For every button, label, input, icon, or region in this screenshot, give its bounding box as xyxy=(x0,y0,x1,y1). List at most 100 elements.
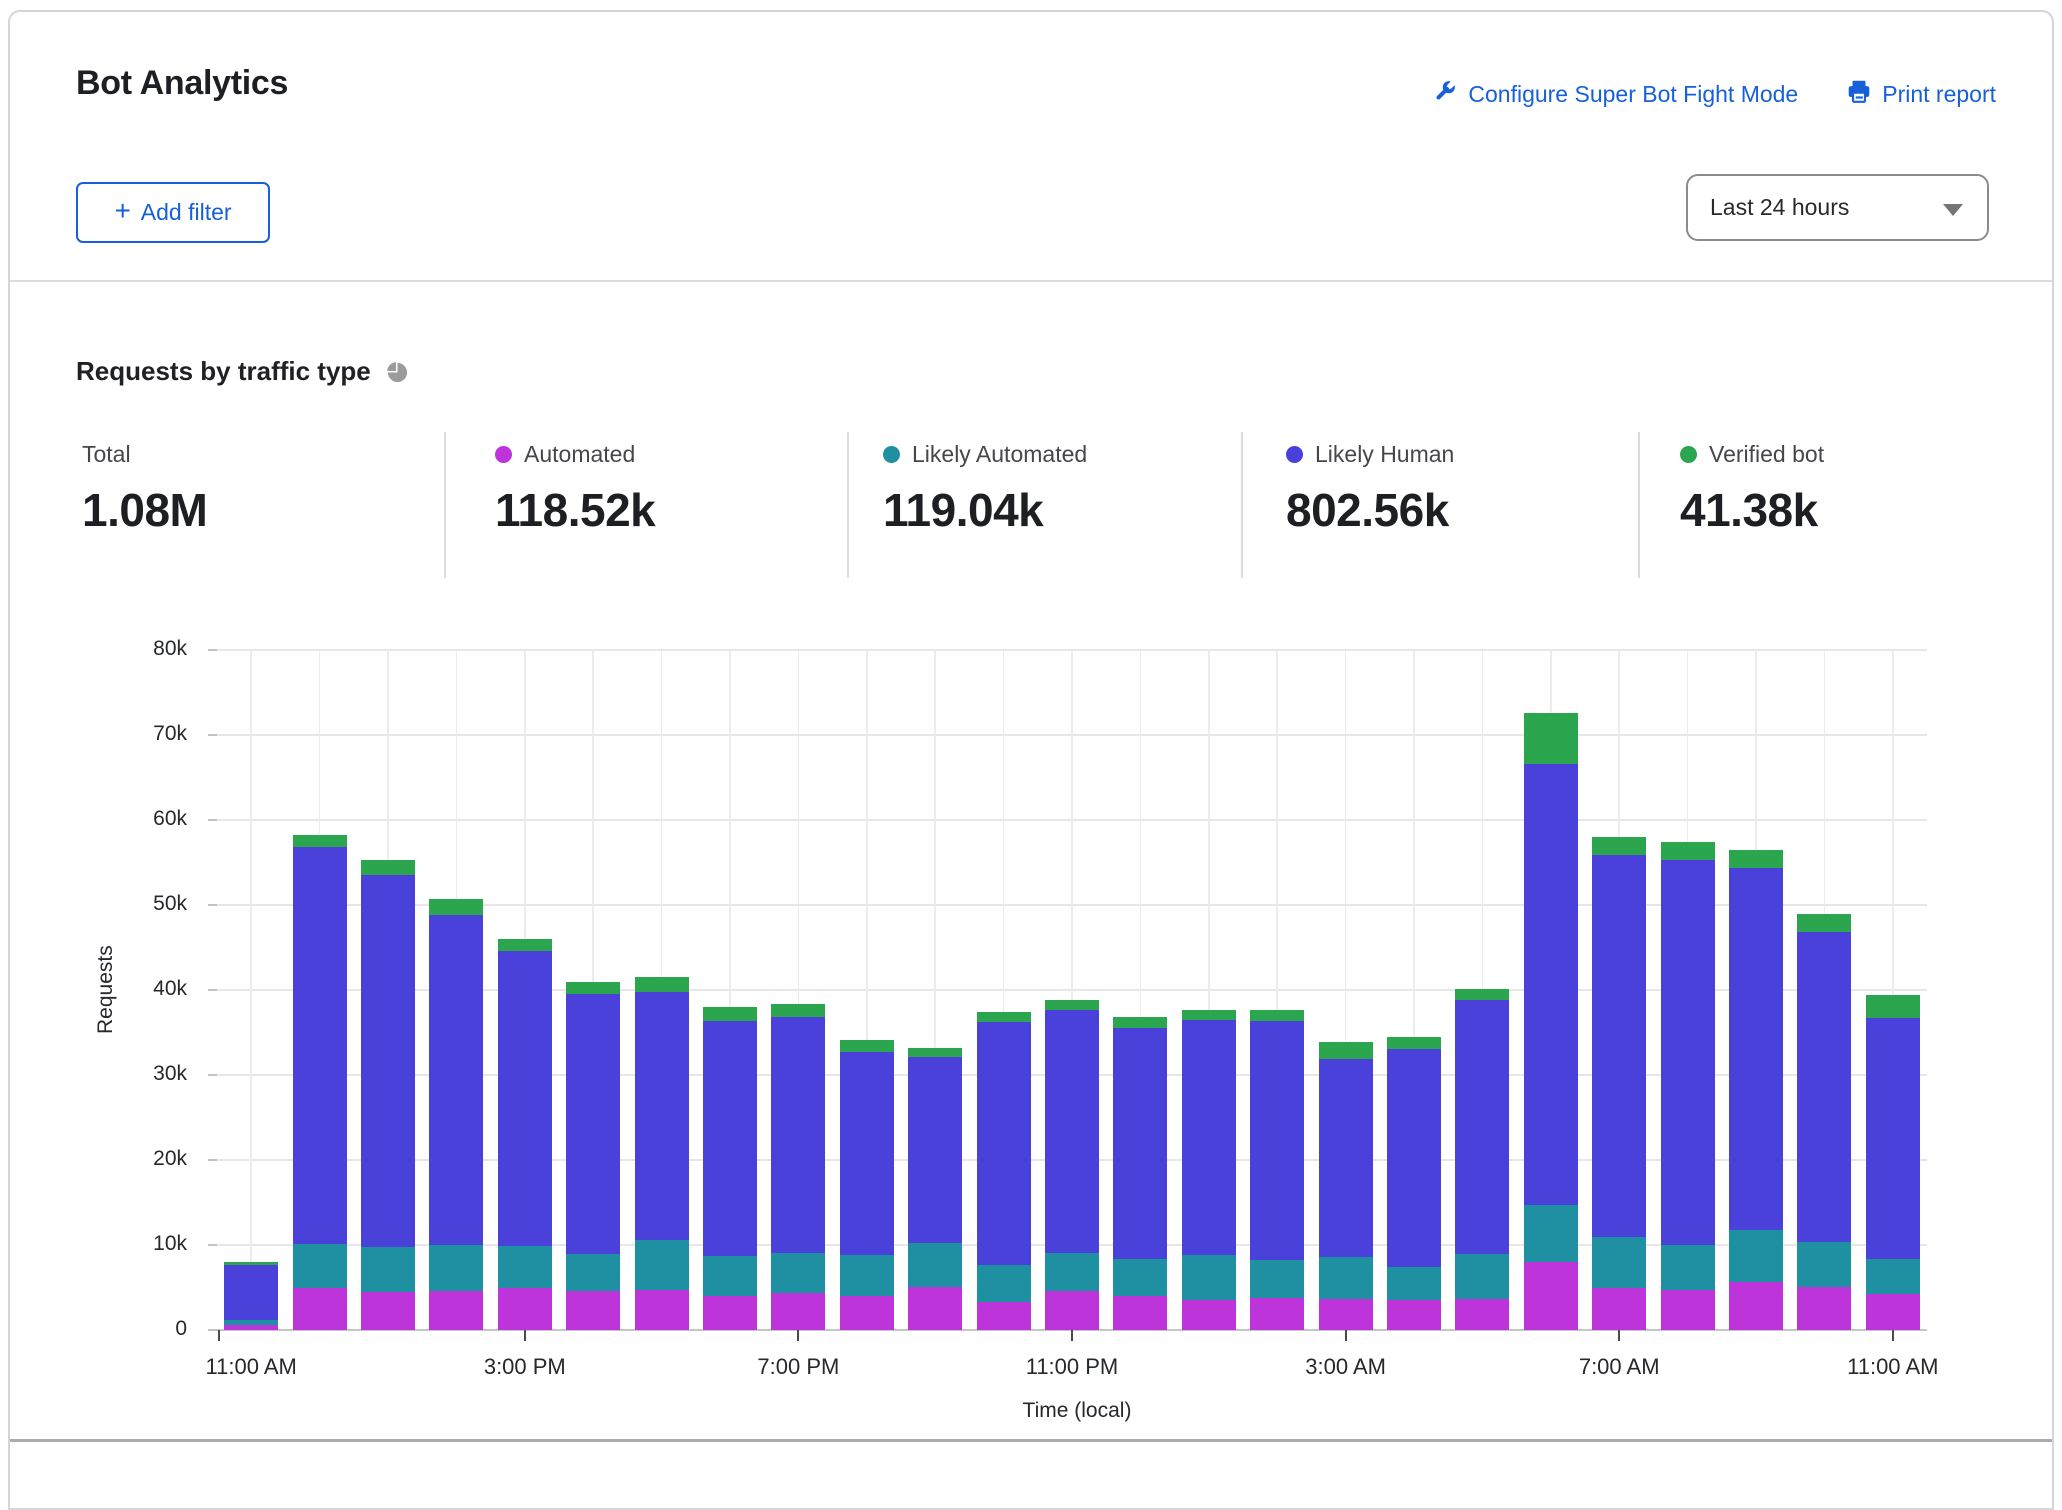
bar-hour-21[interactable] xyxy=(1592,837,1647,1330)
bar-segment-automated xyxy=(1250,1297,1305,1330)
y-tick-label: 20k xyxy=(153,1147,187,1170)
bar-hour-22[interactable] xyxy=(1660,842,1715,1330)
bar-segment-automated xyxy=(908,1286,963,1330)
bar-segment-verified-bot xyxy=(292,835,347,848)
bar-hour-24[interactable] xyxy=(1797,913,1852,1330)
add-filter-button[interactable]: + Add filter xyxy=(76,182,270,243)
bar-hour-13[interactable] xyxy=(1045,1000,1099,1330)
bar-segment-likely-human xyxy=(839,1052,894,1256)
bar-segment-verified-bot xyxy=(1865,995,1920,1019)
y-tick-label: 60k xyxy=(153,807,187,830)
bar-segment-likely-automated xyxy=(634,1239,689,1291)
bar-hour-10[interactable] xyxy=(839,1040,894,1330)
legend-item-likely-automated[interactable]: Likely Automated xyxy=(883,440,1087,468)
bar-segment-likely-human xyxy=(224,1264,279,1320)
bar-segment-verified-bot xyxy=(497,939,552,951)
x-tick-mark xyxy=(1891,1330,1894,1341)
bar-hour-4[interactable] xyxy=(429,899,484,1330)
bar-segment-likely-human xyxy=(1318,1058,1373,1257)
chart-plot xyxy=(217,649,1927,1331)
legend-dot xyxy=(495,445,512,463)
x-tick-mark xyxy=(1071,1330,1073,1341)
bar-hour-17[interactable] xyxy=(1318,1041,1373,1330)
bar-hour-5[interactable] xyxy=(497,939,552,1330)
stat-label: Automated xyxy=(524,440,636,467)
bar-hour-23[interactable] xyxy=(1729,849,1783,1330)
bar-segment-likely-automated xyxy=(1865,1258,1920,1295)
x-tick-label: 7:00 AM xyxy=(1578,1354,1660,1379)
bar-segment-verified-bot xyxy=(1660,842,1715,860)
print-report-link[interactable]: Print report xyxy=(1846,78,1996,110)
bar-segment-automated xyxy=(361,1291,415,1330)
bar-hour-18[interactable] xyxy=(1387,1036,1441,1330)
bar-segment-likely-automated xyxy=(1729,1229,1783,1282)
bar-segment-automated xyxy=(976,1301,1031,1330)
bar-segment-likely-automated xyxy=(703,1256,757,1296)
x-tick-label: 3:00 AM xyxy=(1305,1354,1386,1379)
stat-divider xyxy=(444,432,446,578)
bar-hour-6[interactable] xyxy=(566,981,621,1330)
bar-segment-verified-bot xyxy=(1592,837,1647,855)
configure-super-bot-fight-mode-link[interactable]: Configure Super Bot Fight Mode xyxy=(1432,78,1798,110)
bar-segment-verified-bot xyxy=(976,1012,1031,1023)
gridline-v xyxy=(250,650,252,1330)
time-range-select[interactable]: Last 24 hours xyxy=(1686,174,1989,241)
bar-segment-automated xyxy=(1865,1294,1920,1330)
bar-segment-likely-human xyxy=(976,1022,1031,1265)
bar-segment-likely-human xyxy=(1729,867,1783,1230)
bar-segment-automated xyxy=(1592,1288,1647,1330)
print-link-label: Print report xyxy=(1882,80,1996,107)
bar-hour-14[interactable] xyxy=(1113,1017,1168,1330)
add-filter-label: Add filter xyxy=(140,199,232,225)
bar-segment-automated xyxy=(1455,1299,1510,1330)
bar-hour-1[interactable] xyxy=(224,1262,279,1330)
x-tick-label: 7:00 PM xyxy=(757,1354,840,1379)
y-tick-mark xyxy=(208,734,217,736)
stat-value: 41.38k xyxy=(1680,484,1818,536)
stat-divider xyxy=(847,432,849,578)
bar-segment-verified-bot xyxy=(703,1007,757,1021)
legend-item-automated[interactable]: Automated xyxy=(495,440,655,468)
bar-hour-7[interactable] xyxy=(634,977,689,1330)
bar-segment-automated xyxy=(1523,1262,1578,1330)
bar-hour-15[interactable] xyxy=(1181,1009,1236,1330)
bar-hour-12[interactable] xyxy=(976,1012,1031,1330)
legend-item-likely-human[interactable]: Likely Human xyxy=(1286,440,1454,468)
bar-segment-likely-automated xyxy=(1797,1242,1852,1287)
bar-hour-3[interactable] xyxy=(361,859,415,1330)
bar-hour-2[interactable] xyxy=(292,835,347,1330)
bar-segment-automated xyxy=(771,1292,826,1330)
y-tick-label: 70k xyxy=(153,722,187,745)
y-tick-mark xyxy=(208,904,217,906)
printer-icon xyxy=(1846,78,1872,110)
bar-segment-likely-human xyxy=(292,847,347,1245)
bar-hour-25[interactable] xyxy=(1865,995,1920,1330)
bar-hour-9[interactable] xyxy=(771,1003,826,1330)
section-title: Requests by traffic type xyxy=(76,356,371,386)
stat-total-head: Total xyxy=(82,440,207,468)
bar-segment-automated xyxy=(703,1296,757,1330)
bar-hour-20[interactable] xyxy=(1523,712,1578,1330)
stat-total: Total 1.08M xyxy=(82,440,208,537)
plus-icon: + xyxy=(114,195,131,226)
bar-segment-verified-bot xyxy=(361,859,415,876)
y-tick-mark xyxy=(208,819,217,821)
stat-automated: Automated 118.52k xyxy=(495,440,656,537)
bar-segment-verified-bot xyxy=(1455,989,1510,1001)
y-tick-mark xyxy=(208,1074,217,1076)
bar-segment-likely-human xyxy=(1250,1020,1305,1261)
x-tick-mark xyxy=(523,1330,526,1341)
stat-divider xyxy=(1638,432,1640,578)
bar-segment-automated xyxy=(1729,1281,1783,1330)
bar-segment-verified-bot xyxy=(1318,1041,1373,1059)
x-tick-mark xyxy=(1344,1330,1347,1341)
bar-hour-19[interactable] xyxy=(1455,989,1510,1330)
bar-hour-11[interactable] xyxy=(908,1047,963,1330)
legend-item-verified-bot[interactable]: Verified bot xyxy=(1680,440,1824,468)
bar-hour-8[interactable] xyxy=(703,1007,757,1330)
bar-segment-automated xyxy=(1045,1290,1099,1330)
time-range-value: Last 24 hours xyxy=(1710,194,1850,220)
chevron-down-icon xyxy=(1943,204,1963,216)
bar-segment-verified-bot xyxy=(634,977,689,992)
bar-hour-16[interactable] xyxy=(1250,1009,1305,1330)
